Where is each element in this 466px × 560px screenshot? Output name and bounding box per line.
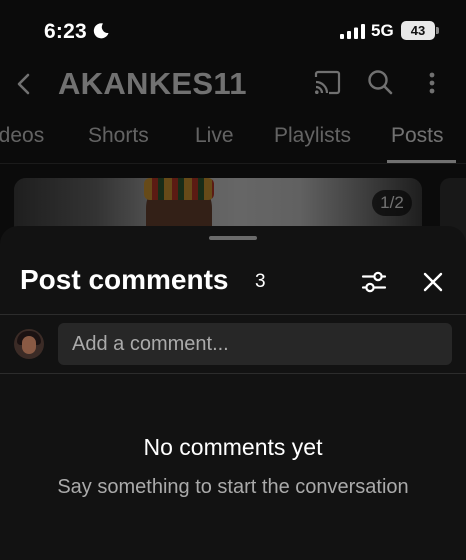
divider <box>0 373 466 374</box>
battery-icon: 43 <box>401 21 435 40</box>
channel-page: AKANKES11 ideos Shorts Live Playlists Po… <box>0 62 466 248</box>
tab-playlists[interactable]: Playlists <box>274 124 351 148</box>
channel-title: AKANKES11 <box>58 66 247 101</box>
divider <box>0 314 466 315</box>
image-counter: 1/2 <box>372 190 412 216</box>
post-image-headwrap <box>144 178 214 200</box>
search-icon[interactable] <box>366 68 394 96</box>
tab-shorts[interactable]: Shorts <box>88 124 149 148</box>
comment-input[interactable] <box>58 323 452 365</box>
tab-posts[interactable]: Posts <box>391 124 444 148</box>
status-time: 6:23 <box>44 20 87 43</box>
empty-state-subtitle: Say something to start the conversation <box>57 476 409 498</box>
back-icon[interactable] <box>12 72 36 96</box>
signal-icon <box>340 24 365 39</box>
comment-count: 3 <box>255 271 266 292</box>
tab-videos[interactable]: ideos <box>0 124 44 148</box>
comments-sheet: Post comments 3 No comments yet Say some… <box>0 226 466 560</box>
sheet-title: Post comments <box>20 264 229 295</box>
status-bar: 6:23 5G 43 <box>0 0 466 62</box>
screen: 6:23 5G 43 AKANKES11 deos Shorts Live Pl… <box>0 0 466 560</box>
filter-icon[interactable] <box>360 268 388 296</box>
avatar <box>14 329 44 359</box>
empty-state-title: No comments yet <box>143 434 323 460</box>
tab-live[interactable]: Live <box>195 124 234 148</box>
cast-icon[interactable] <box>312 68 342 98</box>
tab-active-indicator <box>387 160 456 163</box>
battery-level: 43 <box>410 23 426 38</box>
avatar-face <box>22 336 36 354</box>
more-icon[interactable] <box>424 68 440 98</box>
close-icon[interactable] <box>420 269 446 295</box>
channel-tabs: ideos Shorts Live Playlists Posts <box>0 118 466 164</box>
battery-nub <box>436 27 439 34</box>
moon-icon <box>93 23 109 39</box>
network-label: 5G <box>371 21 394 40</box>
drag-handle[interactable] <box>209 236 257 240</box>
